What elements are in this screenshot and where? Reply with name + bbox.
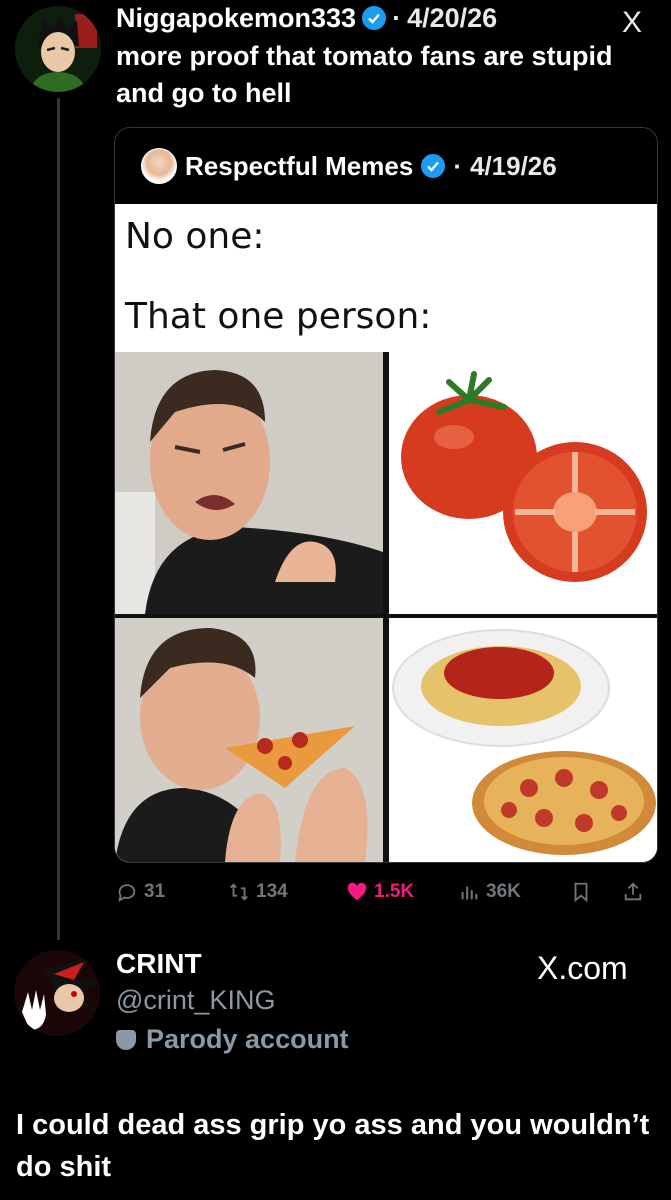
views-button[interactable]: 36K bbox=[458, 872, 521, 912]
views-count: 36K bbox=[486, 881, 521, 902]
thread-line bbox=[57, 98, 60, 940]
meme-image[interactable]: No one: That one person: bbox=[115, 204, 657, 862]
bookmark-icon bbox=[574, 882, 588, 903]
meme-line-2: That one person: bbox=[125, 296, 432, 337]
views-icon bbox=[461, 886, 478, 900]
spaghetti-and-pizza-photo bbox=[389, 618, 657, 862]
profile-handle[interactable]: @crint_KING bbox=[116, 985, 275, 1016]
quoted-tweet-header: Respectful Memes · 4/19/26 bbox=[115, 128, 657, 204]
post-text: I could dead ass grip yo ass and you wou… bbox=[16, 1109, 650, 1183]
verified-badge-icon bbox=[362, 6, 387, 30]
reply-icon bbox=[118, 884, 136, 903]
verified-badge-icon bbox=[421, 154, 446, 178]
tweet-text: more proof that tomato fans are stupid a… bbox=[116, 41, 613, 108]
repost-button[interactable]: 134 bbox=[228, 872, 288, 912]
tweet-header: Niggapokemon333 · 4/20/26 bbox=[116, 0, 497, 36]
quoted-author-name: Respectful Memes bbox=[185, 150, 414, 181]
profile-name[interactable]: CRINT bbox=[116, 948, 202, 980]
like-button[interactable]: 1.5K bbox=[346, 872, 414, 912]
meme-line-1: No one: bbox=[125, 216, 265, 257]
profile-avatar[interactable] bbox=[14, 950, 100, 1036]
tomatoes-photo bbox=[389, 352, 657, 614]
x-logo-icon: X bbox=[622, 6, 643, 39]
parody-label: Parody account bbox=[116, 1024, 349, 1055]
quoted-tweet-date: 4/19/26 bbox=[469, 150, 557, 181]
meme-divider-vertical bbox=[383, 352, 389, 862]
site-label: X.com bbox=[537, 950, 628, 986]
separator-dot: · bbox=[453, 150, 462, 181]
share-icon bbox=[624, 882, 642, 901]
heart-icon bbox=[347, 882, 367, 901]
author-avatar[interactable] bbox=[15, 6, 101, 92]
meme-divider-horizontal bbox=[115, 614, 657, 618]
reply-count: 31 bbox=[144, 881, 166, 902]
parody-mask-icon bbox=[116, 1029, 136, 1050]
action-bar: 31 134 1.5K 36K bbox=[116, 872, 656, 912]
quoted-tweet[interactable]: Respectful Memes · 4/19/26 No one: That … bbox=[114, 127, 658, 863]
man-eating-pizza-photo bbox=[115, 618, 383, 862]
tweet-date[interactable]: 4/20/26 bbox=[407, 3, 497, 34]
share-button[interactable] bbox=[622, 872, 644, 912]
like-count: 1.5K bbox=[374, 881, 415, 902]
parody-label-text: Parody account bbox=[146, 1024, 349, 1054]
bookmark-button[interactable] bbox=[570, 872, 592, 912]
repost-icon bbox=[230, 883, 248, 901]
disgusted-man-photo bbox=[115, 352, 383, 614]
repost-count: 134 bbox=[256, 881, 288, 902]
reply-button[interactable]: 31 bbox=[116, 872, 165, 912]
author-name[interactable]: Niggapokemon333 bbox=[116, 3, 356, 34]
separator-dot: · bbox=[392, 2, 402, 33]
quoted-author-avatar bbox=[141, 148, 177, 184]
